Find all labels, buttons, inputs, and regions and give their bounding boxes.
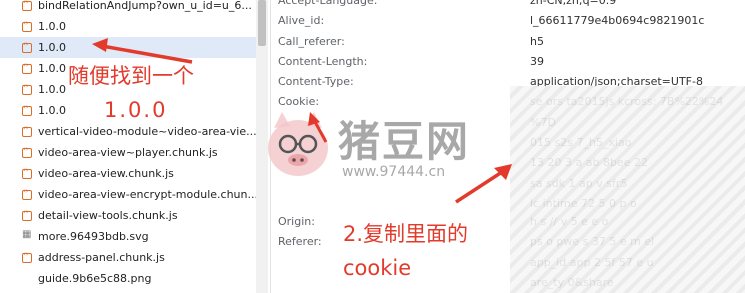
header-value[interactable]: 39	[530, 55, 544, 68]
header-name: Alive_id:	[278, 14, 325, 27]
request-row[interactable]: address-panel.chunk.js	[0, 247, 256, 268]
header-name: Accept-Language:	[278, 0, 378, 7]
code-file-icon	[22, 82, 32, 95]
code-file-icon	[22, 61, 32, 74]
code-file-icon	[22, 250, 32, 263]
header-name: Referer:	[278, 235, 322, 248]
request-name: detail-view-tools.chunk.js	[38, 209, 178, 222]
request-row[interactable]: video-area-view.chunk.js	[0, 163, 256, 184]
request-row[interactable]: more.96493bdb.svg	[0, 226, 256, 247]
code-file-icon	[22, 166, 32, 179]
request-row[interactable]: bindRelationAndJump?own_u_id=u_6...	[0, 0, 256, 16]
header-name: Origin:	[278, 215, 315, 228]
scrollbar-thumb[interactable]	[258, 0, 266, 46]
image-file-icon	[22, 229, 32, 242]
request-name: 1.0.0	[38, 83, 66, 96]
request-name: 1.0.0	[38, 20, 66, 33]
png-file-icon	[22, 274, 32, 284]
request-row[interactable]: 1.0.0	[0, 16, 256, 37]
request-name: guide.9b6e5c88.png	[38, 272, 152, 285]
code-file-icon	[22, 124, 32, 137]
request-name: video-area-view~player.chunk.js	[38, 146, 218, 159]
request-name: 1.0.0	[38, 104, 66, 117]
request-name: vertical-video-module~video-area-vie...	[38, 125, 256, 138]
watermark-brand: 猪豆网	[338, 117, 471, 166]
request-name: bindRelationAndJump?own_u_id=u_6...	[38, 0, 252, 12]
annotation-arrow-1-icon	[92, 38, 193, 64]
code-file-icon	[22, 0, 32, 11]
code-file-icon	[22, 40, 32, 53]
code-file-icon	[22, 187, 32, 200]
annotation-step2-line1: 2.复制里面的	[343, 222, 469, 246]
code-file-icon	[22, 208, 32, 221]
header-name: Content-Length:	[278, 55, 368, 68]
request-row[interactable]: video-area-view-encrypt-module.chun...	[0, 184, 256, 205]
code-file-icon	[22, 145, 32, 158]
request-name: video-area-view-encrypt-module.chun...	[38, 188, 256, 201]
code-file-icon	[22, 19, 32, 32]
request-name: 1.0.0	[38, 62, 66, 75]
header-value[interactable]: l_66611779e4b0694c9821901c	[530, 14, 704, 27]
request-row[interactable]: vertical-video-module~video-area-vie...	[0, 121, 256, 142]
header-name: Call_referer:	[278, 35, 345, 48]
blurred-cookie-region	[510, 86, 745, 293]
annotation-step2-line2: cookie	[343, 256, 412, 280]
annotation-step1-line2: 1.0.0	[104, 98, 168, 122]
request-name: address-panel.chunk.js	[38, 251, 165, 264]
annotation-arrow-2-icon	[455, 164, 512, 204]
request-row[interactable]: video-area-view~player.chunk.js	[0, 142, 256, 163]
request-name: video-area-view.chunk.js	[38, 167, 174, 180]
header-value[interactable]: zh-CN,zh;q=0.9	[530, 0, 616, 7]
watermark-url: www.97444.cn	[342, 164, 446, 180]
annotation-arrow-cookie-icon	[308, 112, 328, 143]
request-row[interactable]: detail-view-tools.chunk.js	[0, 205, 256, 226]
header-name: Content-Type:	[278, 75, 354, 88]
request-name: more.96493bdb.svg	[38, 230, 149, 243]
request-name: 1.0.0	[38, 41, 66, 54]
request-row[interactable]: guide.9b6e5c88.png	[0, 268, 256, 289]
code-file-icon	[22, 103, 32, 116]
header-value[interactable]: h5	[530, 35, 544, 48]
